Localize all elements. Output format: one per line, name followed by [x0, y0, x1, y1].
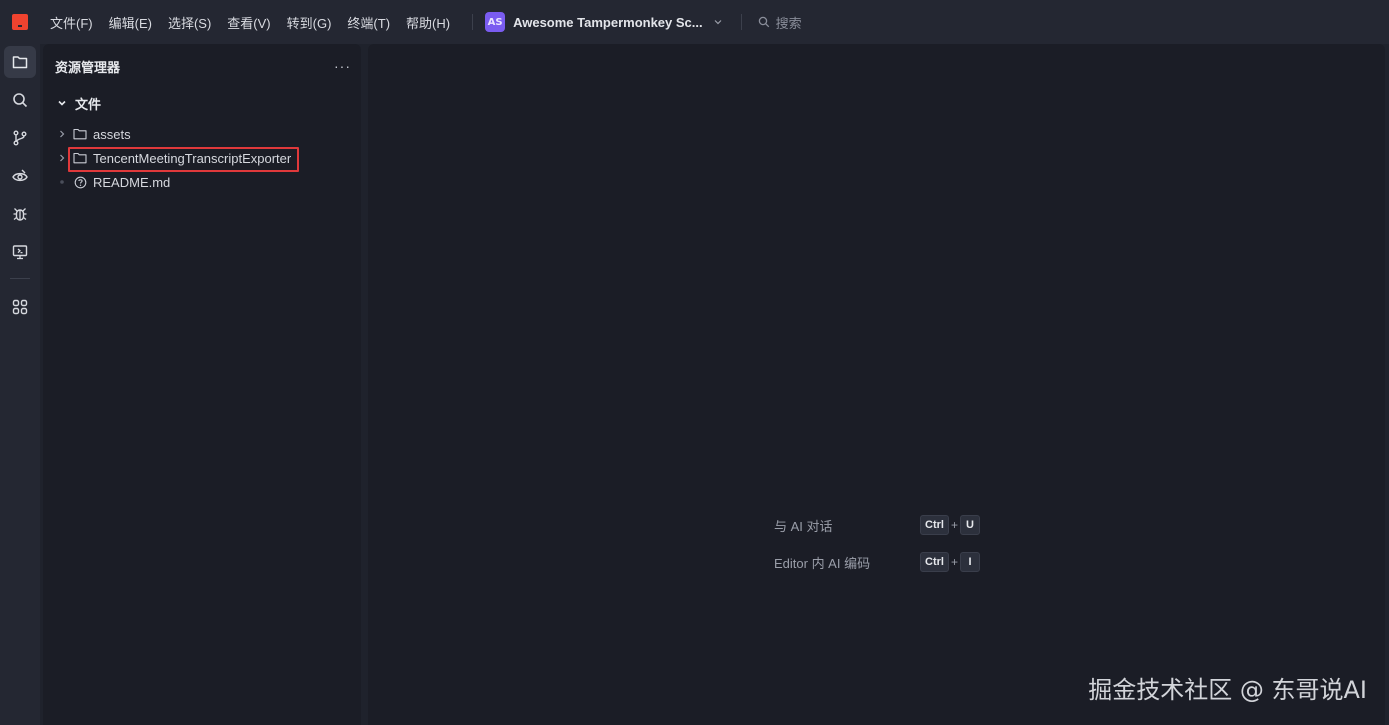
remote-monitor-icon[interactable]: [4, 236, 36, 268]
menu-help[interactable]: 帮助(H): [406, 13, 450, 32]
menu-file[interactable]: 文件(F): [50, 13, 93, 32]
explorer-header: 资源管理器 ···: [55, 56, 351, 76]
search-box[interactable]: 搜索: [758, 13, 802, 32]
search-placeholder: 搜索: [775, 15, 802, 31]
activity-bar: [0, 44, 40, 725]
preview-eye-icon[interactable]: [4, 160, 36, 192]
menu-edit[interactable]: 编辑(E): [109, 13, 152, 32]
chevron-down-icon: [714, 20, 722, 25]
search-icon: [758, 16, 769, 28]
question-circle-icon: [73, 175, 87, 189]
files-icon[interactable]: [4, 46, 36, 78]
menu-terminal[interactable]: 终端(T): [347, 13, 390, 32]
menu-divider: [740, 14, 742, 30]
app-logo: [12, 14, 28, 30]
menu-go[interactable]: 转到(G): [287, 13, 332, 32]
activity-divider: [10, 278, 30, 279]
title-bar: 文件(F) 编辑(E) 选择(S) 查看(V) 转到(G) 终端(T) 帮助(H…: [0, 0, 1389, 44]
tree-item-label: assets: [93, 126, 131, 142]
kbd-key: I: [959, 552, 980, 572]
chevron-right-icon: [57, 153, 67, 163]
folder-icon: [73, 151, 87, 165]
kbd-key: U: [959, 515, 980, 535]
chevron-down-icon: [58, 100, 66, 106]
search-icon[interactable]: [4, 84, 36, 116]
menu-selection[interactable]: 选择(S): [168, 13, 211, 32]
debug-bug-icon[interactable]: [4, 198, 36, 230]
project-avatar: AS: [485, 12, 506, 32]
chevron-right-icon: [57, 129, 67, 139]
tree-item-tencentmeetingtranscriptexporter[interactable]: TencentMeetingTranscriptExporter: [57, 148, 291, 168]
explorer-title: 资源管理器: [55, 59, 121, 75]
editor-area: 与 AI 对话 Ctrl + U Editor 内 AI 编码 Ctrl + I: [368, 44, 1385, 725]
tree-item-readme[interactable]: README.md: [57, 172, 170, 192]
extensions-grid-icon[interactable]: [4, 291, 36, 323]
source-control-icon[interactable]: [4, 122, 36, 154]
dot-icon: [57, 177, 67, 187]
more-actions-icon[interactable]: ···: [334, 58, 351, 74]
kbd-plus: +: [950, 555, 958, 569]
files-section-title: 文件: [75, 96, 102, 112]
tree-item-label: README.md: [93, 174, 171, 190]
kbd-plus: +: [950, 518, 958, 532]
files-section-header[interactable]: 文件: [57, 94, 101, 112]
shortcut-ai-chat: 与 AI 对话 Ctrl + U: [774, 514, 980, 536]
project-name: Awesome Tampermonkey Sc...: [513, 14, 703, 30]
folder-icon: [73, 127, 87, 141]
tree-item-label: TencentMeetingTranscriptExporter: [93, 150, 292, 166]
project-switcher[interactable]: AS Awesome Tampermonkey Sc...: [485, 12, 723, 32]
shortcut-label: Editor 内 AI 编码: [774, 555, 871, 571]
menu-view[interactable]: 查看(V): [227, 13, 270, 32]
kbd-key: Ctrl: [920, 552, 949, 572]
watermark: 掘金技术社区 @ 东哥说AI: [1088, 676, 1367, 704]
shortcut-inline-ai: Editor 内 AI 编码 Ctrl + I: [774, 551, 980, 573]
tree-item-assets[interactable]: assets: [57, 124, 131, 144]
explorer-sidebar: 资源管理器 ··· 文件 assets TencentMeetingTransc…: [43, 44, 361, 725]
shortcut-label: 与 AI 对话: [774, 518, 833, 534]
kbd-key: Ctrl: [920, 515, 949, 535]
menu-divider: [472, 14, 474, 30]
